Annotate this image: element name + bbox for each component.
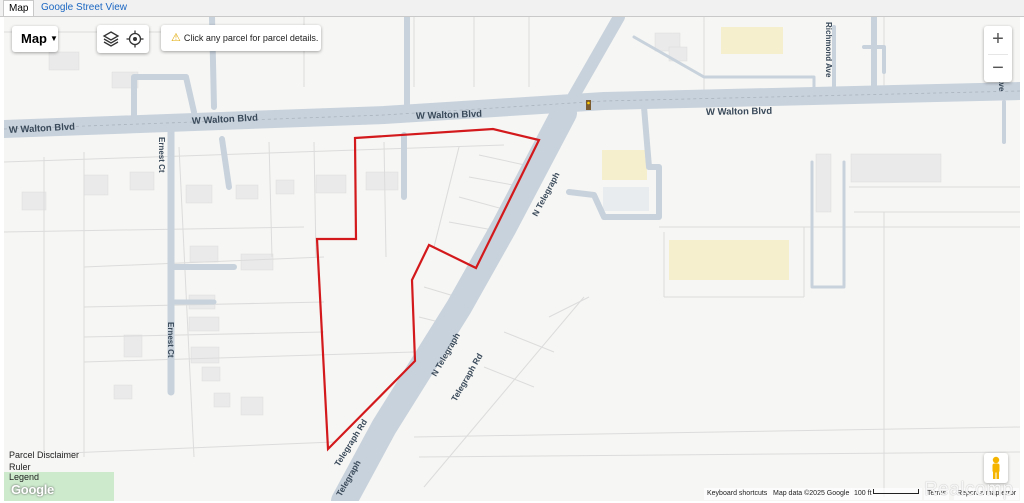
scale-label[interactable]: 100 ft [851, 488, 923, 500]
layers-icon[interactable] [101, 29, 121, 49]
scale-text: 100 ft [854, 490, 872, 497]
warning-icon: ⚠ [171, 32, 181, 44]
tab-map[interactable]: Map [3, 0, 35, 16]
legend-link[interactable]: Legend [9, 472, 39, 482]
map-data-attribution: Map data ©2025 Google [770, 488, 853, 500]
realcomp-watermark: Realcomp [924, 479, 1014, 500]
map-tools [97, 25, 149, 53]
tab-bar: Map Google Street View [0, 0, 1024, 17]
map-canvas[interactable]: W Walton Blvd W Walton Blvd W Walton Blv… [4, 17, 1020, 501]
crosshair-icon[interactable] [125, 29, 145, 49]
road-label-ernest-2: Ernest Ct [166, 322, 175, 358]
zoom-out-button[interactable]: − [984, 55, 1012, 83]
parcel-hint-text: Click any parcel for parcel details. [183, 33, 319, 43]
ruler-link[interactable]: Ruler [9, 462, 31, 472]
keyboard-shortcuts-link[interactable]: Keyboard shortcuts [704, 488, 771, 500]
map-tiles: W Walton Blvd W Walton Blvd W Walton Blv… [4, 17, 1020, 501]
scale-bar [873, 489, 920, 494]
caret-down-icon: ▼ [50, 34, 58, 43]
zoom-controls: + − [984, 26, 1012, 82]
google-logo: Google [11, 482, 54, 497]
road-label-walton-4: W Walton Blvd [706, 106, 773, 118]
map-type-label: Map [21, 31, 47, 46]
road-label-walton-3: W Walton Blvd [416, 109, 483, 122]
road-label-ernest-1: Ernest Ct [157, 137, 166, 173]
map-type-button[interactable]: Map ▼ [12, 26, 58, 52]
road-label-richmond: Richmond Ave [824, 22, 833, 78]
zoom-in-button[interactable]: + [984, 26, 1012, 54]
tab-google-street-view[interactable]: Google Street View [36, 0, 132, 15]
parcel-hint-box: ⚠ Click any parcel for parcel details. [161, 25, 321, 51]
parcel-disclaimer-link[interactable]: Parcel Disclaimer [9, 450, 79, 460]
